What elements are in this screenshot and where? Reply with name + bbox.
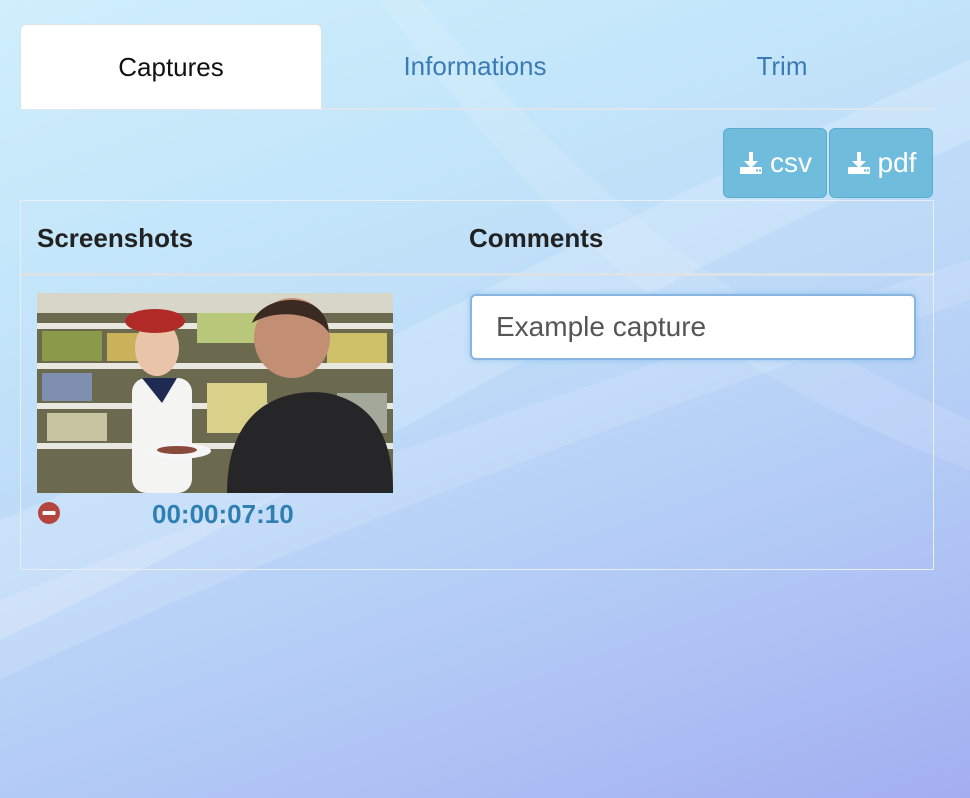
export-pdf-label: pdf — [877, 147, 917, 178]
column-header-screenshots: Screenshots — [37, 223, 194, 253]
video-frame-thumbnail — [37, 293, 393, 493]
tab-trim[interactable]: Trim — [630, 24, 934, 106]
column-header-comments: Comments — [469, 223, 604, 253]
tab-informations[interactable]: Informations — [322, 24, 628, 106]
capture-timecode[interactable]: 00:00:07:10 — [152, 499, 294, 530]
tab-bar: Captures Informations Trim — [20, 24, 934, 110]
header-divider — [21, 273, 933, 276]
screenshot-thumbnail[interactable] — [37, 293, 393, 493]
export-csv-label: csv — [770, 147, 812, 178]
tab-captures[interactable]: Captures — [20, 24, 322, 109]
download-icon — [740, 152, 762, 174]
export-pdf-button[interactable]: pdf — [829, 128, 933, 198]
download-icon — [847, 152, 870, 174]
export-csv-button[interactable]: csv — [723, 128, 827, 198]
captures-table: Screenshots Comments 00:00:07:10 Example… — [20, 200, 934, 570]
minus-circle-icon[interactable] — [37, 501, 61, 525]
comment-input[interactable] — [470, 294, 916, 360]
